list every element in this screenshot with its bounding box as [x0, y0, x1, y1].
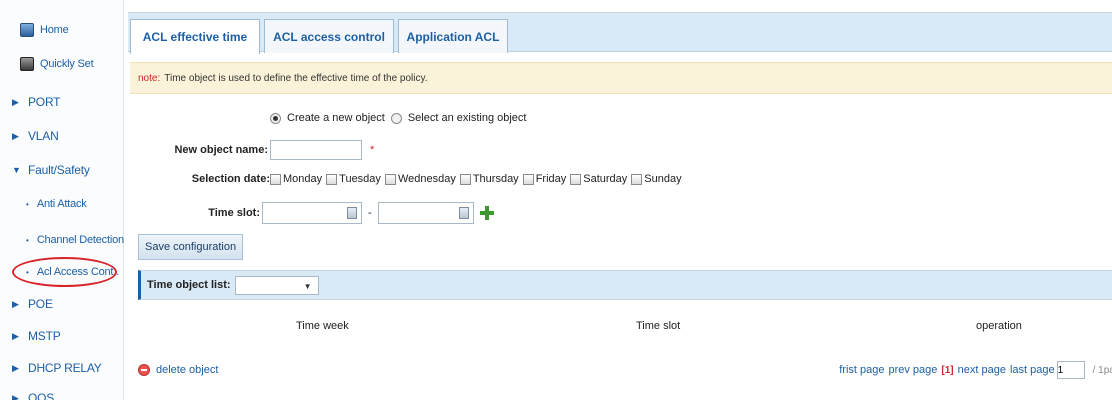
checkbox-label: Wednesday — [397, 173, 456, 185]
sidebar-item-label: QOS — [28, 391, 55, 400]
sidebar-item-label: Quickly Set — [40, 58, 94, 70]
sidebar-item-label: Channel Detection — [36, 234, 124, 246]
checkbox-monday[interactable] — [270, 173, 281, 185]
sidebar-item-quickly-set[interactable]: Quickly Set — [0, 52, 124, 76]
time-end-input[interactable] — [377, 202, 474, 224]
time-slot-row: Time slot: - — [128, 202, 494, 224]
list-footer: delete object frist page prev page [1] n… — [138, 358, 1112, 382]
checkbox-label: Thursday — [472, 173, 519, 185]
chevron-right-icon: ▶ — [12, 130, 19, 141]
sidebar-item-fault-safety[interactable]: ▼ Fault/Safety — [0, 158, 124, 182]
checkbox-thursday[interactable] — [459, 173, 471, 185]
chevron-right-icon: ▶ — [12, 298, 19, 309]
sidebar-item-label: PORT — [28, 95, 61, 109]
last-page-link[interactable]: last page — [1010, 364, 1055, 376]
bullet-icon: • — [26, 199, 29, 209]
time-slot-label: Time slot: — [208, 207, 260, 219]
object-mode-group: Create a new object Select an existing o… — [270, 112, 532, 124]
column-header-time-week: Time week — [296, 320, 349, 332]
required-mark: * — [370, 144, 375, 156]
checkbox-label: Sunday — [644, 173, 682, 185]
delete-icon[interactable] — [138, 364, 150, 376]
sidebar-subitem-anti-attack[interactable]: • Anti Attack — [0, 192, 124, 216]
checkbox-sunday[interactable] — [631, 173, 643, 185]
time-object-list-label: Time object list: — [147, 279, 231, 291]
sidebar-subitem-acl-access-control[interactable]: • Acl Access Cont.. — [0, 260, 124, 284]
calendar-icon[interactable] — [458, 207, 469, 219]
current-page: [1] — [941, 364, 954, 376]
note-banner: note: Time object is used to define the … — [130, 62, 1112, 94]
checkbox-saturday[interactable] — [570, 173, 582, 185]
add-time-slot-icon[interactable] — [479, 206, 494, 220]
sidebar-item-label: VLAN — [28, 129, 59, 143]
sidebar-item-label: Fault/Safety — [28, 163, 90, 177]
sidebar-item-mstp[interactable]: ▶ MSTP — [0, 324, 124, 348]
sidebar-item-label: Home — [40, 24, 69, 36]
selection-date-label: Selection date: — [191, 173, 270, 185]
selection-date-row: Selection date: Monday Tuesday Wednesday… — [128, 173, 686, 185]
tab-bar: ACL effective time ACL access control Ap… — [128, 12, 1112, 54]
tab-acl-access-control[interactable]: ACL access control — [264, 19, 394, 53]
radio-label: Create a new object — [287, 112, 385, 124]
column-header-operation: operation — [976, 320, 1022, 332]
checkbox-wednesday[interactable] — [384, 173, 396, 185]
page-number-input[interactable] — [1056, 361, 1085, 379]
radio-label: Select an existing object — [407, 112, 527, 124]
checkbox-label: Monday — [283, 173, 323, 185]
sidebar-item-poe[interactable]: ▶ POE — [0, 292, 124, 316]
checkbox-label: Friday — [535, 173, 567, 185]
time-separator: - — [368, 207, 372, 219]
main-panel: ACL effective time ACL access control Ap… — [128, 0, 1112, 400]
pagination: frist page prev page [1] next page last … — [835, 361, 1112, 379]
time-object-select[interactable]: ▼ — [234, 275, 319, 295]
sidebar-item-vlan[interactable]: ▶ VLAN — [0, 124, 124, 148]
checkbox-friday[interactable] — [522, 173, 534, 185]
sidebar-item-dhcp-relay[interactable]: ▶ DHCP RELAY — [0, 356, 124, 380]
sidebar-subitem-channel-detection[interactable]: • Channel Detection — [0, 228, 124, 252]
sidebar-item-port[interactable]: ▶ PORT — [0, 90, 124, 114]
checkbox-label: Saturday — [583, 173, 628, 185]
dropdown-arrow-icon: ▼ — [303, 281, 312, 291]
radio-create-new-object[interactable] — [270, 112, 281, 124]
sidebar-item-label: Acl Access Cont.. — [36, 266, 120, 278]
object-name-label: New object name: — [174, 144, 268, 156]
next-page-link[interactable]: next page — [958, 364, 1006, 376]
save-configuration-button[interactable]: Save configuration — [138, 234, 244, 260]
tab-application-acl[interactable]: Application ACL — [398, 19, 508, 53]
sidebar-item-home[interactable]: Home — [0, 18, 124, 42]
sidebar-item-label: POE — [28, 297, 53, 311]
quickly-set-icon — [20, 57, 34, 71]
chevron-right-icon: ▶ — [12, 330, 19, 341]
object-name-row: New object name: * — [128, 140, 374, 160]
sidebar: Home Quickly Set ▶ PORT ▶ VLAN ▼ Fault/S… — [0, 0, 124, 400]
column-header-time-slot: Time slot — [636, 320, 681, 332]
chevron-right-icon: ▶ — [12, 362, 19, 373]
total-pages: / 1page — [1092, 364, 1112, 376]
prev-page-link[interactable]: prev page — [888, 364, 937, 376]
chevron-right-icon: ▶ — [12, 392, 19, 400]
chevron-right-icon: ▶ — [12, 96, 19, 107]
first-page-link[interactable]: frist page — [839, 364, 884, 376]
calendar-icon[interactable] — [347, 207, 357, 219]
sidebar-item-label: DHCP RELAY — [28, 361, 102, 375]
time-object-list-bar: Time object list: ▼ — [138, 270, 1112, 300]
checkbox-label: Tuesday — [339, 173, 381, 185]
home-icon — [20, 23, 34, 37]
sidebar-item-label: Anti Attack — [36, 198, 87, 210]
delete-object-link[interactable]: delete object — [156, 364, 218, 376]
bullet-icon: • — [26, 235, 29, 245]
object-name-input[interactable] — [270, 140, 362, 160]
sidebar-item-qos[interactable]: ▶ QOS — [0, 386, 124, 400]
note-text: Time object is used to define the effect… — [164, 72, 428, 84]
bullet-icon: • — [26, 267, 29, 277]
radio-select-existing-object[interactable] — [390, 112, 402, 124]
note-label: note: — [138, 72, 161, 84]
tab-acl-effective-time[interactable]: ACL effective time — [130, 19, 260, 54]
checkbox-tuesday[interactable] — [326, 173, 338, 185]
sidebar-item-label: MSTP — [28, 329, 61, 343]
time-start-input[interactable] — [262, 202, 362, 224]
chevron-down-icon: ▼ — [12, 165, 21, 175]
